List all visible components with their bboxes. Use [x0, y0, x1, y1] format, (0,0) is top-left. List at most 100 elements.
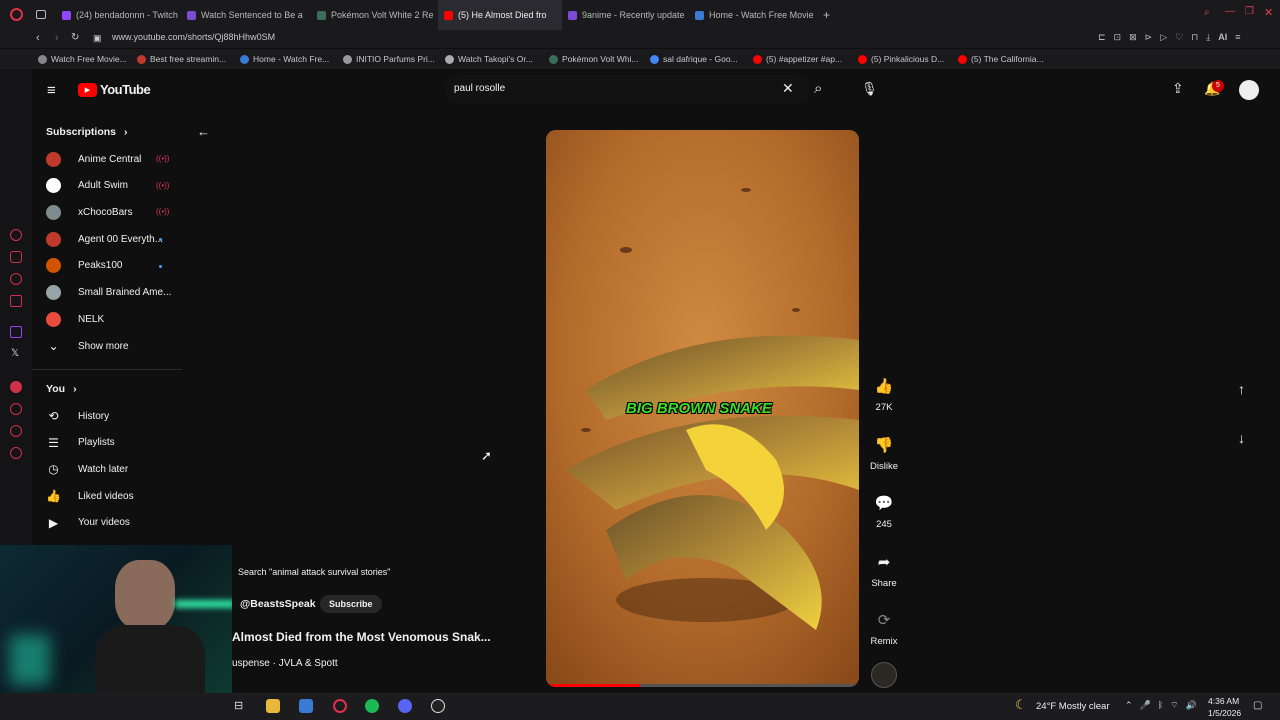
tray-chevron-icon[interactable]: ⌃ [1125, 700, 1133, 711]
new-tab-button[interactable]: + [823, 8, 830, 22]
subscription-item[interactable]: Peaks100 [46, 255, 122, 277]
wifi-icon[interactable]: ⌔ [1170, 700, 1178, 711]
you-item[interactable]: ⟲ History [46, 405, 109, 427]
subscription-item[interactable]: Adult Swim [46, 175, 128, 197]
url-field[interactable]: www.youtube.com/shorts/Qj88hHhw0SM [112, 32, 275, 42]
file-explorer-icon[interactable] [266, 699, 280, 713]
play-icon[interactable]: ▷ [1160, 32, 1167, 43]
heart-icon[interactable]: ♡ [1175, 32, 1183, 43]
task-view-icon[interactable]: ⊟ [234, 699, 243, 712]
wallet-icon[interactable]: ⊓ [1191, 32, 1198, 43]
menu-icon[interactable]: ≡ [1235, 32, 1240, 43]
you-heading[interactable]: You › [46, 383, 77, 395]
settings-rail-icon[interactable] [10, 447, 22, 459]
bookmark-item[interactable]: Home - Watch Fre... [240, 54, 329, 64]
obs-icon[interactable] [431, 699, 445, 713]
clock-time[interactable]: 4:36 AM [1208, 696, 1239, 706]
bookmark-item[interactable]: (5) Pinkalicious D... [858, 54, 944, 64]
account-avatar[interactable] [1239, 80, 1259, 100]
browser-tab[interactable]: Pokémon Volt White 2 Re [311, 0, 438, 30]
maximize-icon[interactable]: ❐ [1245, 6, 1254, 17]
bookmark-item[interactable]: INITIO Parfums Pri... [343, 54, 435, 64]
bluetooth-icon[interactable]: ᛒ [1158, 700, 1163, 711]
close-window-icon[interactable]: ✕ [1264, 6, 1273, 19]
clock-date[interactable]: 1/5/2026 [1208, 708, 1241, 718]
forward-icon[interactable]: › [55, 32, 59, 44]
subscription-item[interactable]: xChocoBars [46, 201, 132, 223]
you-item[interactable]: 👍 Liked videos [46, 485, 134, 507]
show-more-button[interactable]: ⌄ Show more [46, 335, 128, 357]
short-title[interactable]: Almost Died from the Most Venomous Snak.… [232, 630, 491, 644]
close-sidebar-icon[interactable]: ← [197, 124, 210, 139]
reload-icon[interactable]: ↻ [71, 32, 79, 43]
twitch-rail-icon[interactable] [10, 326, 22, 338]
channel-handle[interactable]: @BeastsSpeak [240, 598, 316, 610]
remix-button[interactable]: ⟳ Remix [866, 611, 902, 647]
bookmark-item[interactable]: (5) #appetizer #ap... [753, 54, 842, 64]
comments-button[interactable]: 💬 245 [866, 494, 902, 530]
subscription-item[interactable]: Small Brained Ame... [46, 282, 171, 304]
browser-tab[interactable]: (24) bendadonnn - Twitch [56, 0, 181, 30]
messenger-icon[interactable] [10, 229, 22, 241]
bookmark-item[interactable]: Watch Takopi's Or... [445, 54, 533, 64]
weather-widget[interactable]: 24°F Mostly clear [1036, 701, 1110, 712]
notification-center-icon[interactable]: ▢ [1253, 700, 1262, 711]
history-rail-icon[interactable] [10, 403, 22, 415]
browser-tab[interactable]: Watch Sentenced to Be a [181, 0, 311, 30]
pinboard-icon[interactable] [10, 425, 22, 437]
clear-search-icon[interactable]: ✕ [782, 80, 794, 97]
search-icon[interactable]: ⌕ [814, 80, 822, 97]
tab-overview-icon[interactable] [36, 10, 46, 19]
adblock-icon[interactable]: ⊠ [1129, 32, 1137, 43]
you-item[interactable]: ▶ Your videos [46, 512, 130, 534]
you-item[interactable]: ☰ Playlists [46, 432, 115, 454]
discord-icon[interactable] [398, 699, 412, 713]
subscribe-button[interactable]: Subscribe [320, 595, 382, 613]
browser-tab[interactable]: (5) He Almost Died fro [438, 0, 562, 30]
video-progress-bar[interactable] [546, 684, 859, 687]
browser-tab[interactable]: Home - Watch Free Movie [689, 0, 817, 30]
you-item[interactable]: ◷ Watch later [46, 458, 128, 480]
browser-tab[interactable]: 9anime - Recently update [562, 0, 689, 30]
x-icon[interactable]: 𝕏 [11, 348, 19, 359]
music-icon[interactable] [10, 295, 22, 307]
subscription-item[interactable]: NELK [46, 308, 104, 330]
dislike-button[interactable]: 👎 Dislike [866, 436, 902, 472]
flow-icon[interactable]: ⊳ [1145, 32, 1153, 43]
whatsapp-icon[interactable] [10, 381, 22, 393]
bookmark-item[interactable]: (5) The California... [958, 54, 1044, 64]
volume-icon[interactable]: 🔊 [1186, 700, 1197, 711]
opera-logo-icon[interactable] [10, 8, 23, 21]
youtube-logo[interactable]: ▶ YouTube [78, 82, 151, 97]
like-button[interactable]: 👍 27K [866, 377, 902, 413]
screenshot-icon[interactable]: ⊡ [1114, 32, 1122, 43]
short-video[interactable]: BIG BROWN SNAKE [546, 130, 859, 687]
channel-avatar[interactable] [871, 662, 897, 688]
aria-button[interactable]: AI [1218, 32, 1227, 43]
previous-short-button[interactable]: ↑ [1238, 381, 1245, 397]
subscriptions-heading[interactable]: Subscriptions › [46, 126, 128, 138]
pin-icon[interactable]: ⊏ [1098, 32, 1106, 43]
store-icon[interactable] [299, 699, 313, 713]
microphone-icon[interactable]: 🎙 [861, 81, 878, 97]
spotify-rail-icon[interactable] [10, 273, 22, 285]
subscription-item[interactable]: Agent 00 Everyth... [46, 228, 163, 250]
bookmark-item[interactable]: Pokémon Volt Whi... [549, 54, 639, 64]
subscription-item[interactable]: Anime Central [46, 148, 141, 170]
share-button[interactable]: ➦ Share [866, 553, 902, 589]
back-icon[interactable]: ‹ [36, 32, 40, 44]
bookmark-item[interactable]: sal dafrique - Goo... [650, 54, 738, 64]
next-short-button[interactable]: ↓ [1238, 430, 1245, 446]
opera-taskbar-icon[interactable] [333, 699, 347, 713]
minimize-icon[interactable]: — [1225, 6, 1235, 17]
upload-icon[interactable]: ⇪ [1172, 80, 1184, 97]
short-audio[interactable]: uspense · JVLA & Spott [232, 658, 338, 669]
bookmark-item[interactable]: Best free streamin... [137, 54, 226, 64]
download-icon[interactable]: ⤓ [1206, 32, 1210, 43]
hamburger-menu-icon[interactable]: ≡ [47, 82, 56, 99]
search-tabs-icon[interactable]: ⌕ [1204, 7, 1210, 18]
spotify-icon[interactable] [365, 699, 379, 713]
search-input[interactable]: paul rosolle [454, 83, 505, 94]
instagram-icon[interactable] [10, 251, 22, 263]
mic-tray-icon[interactable]: 🎤 [1140, 700, 1151, 711]
